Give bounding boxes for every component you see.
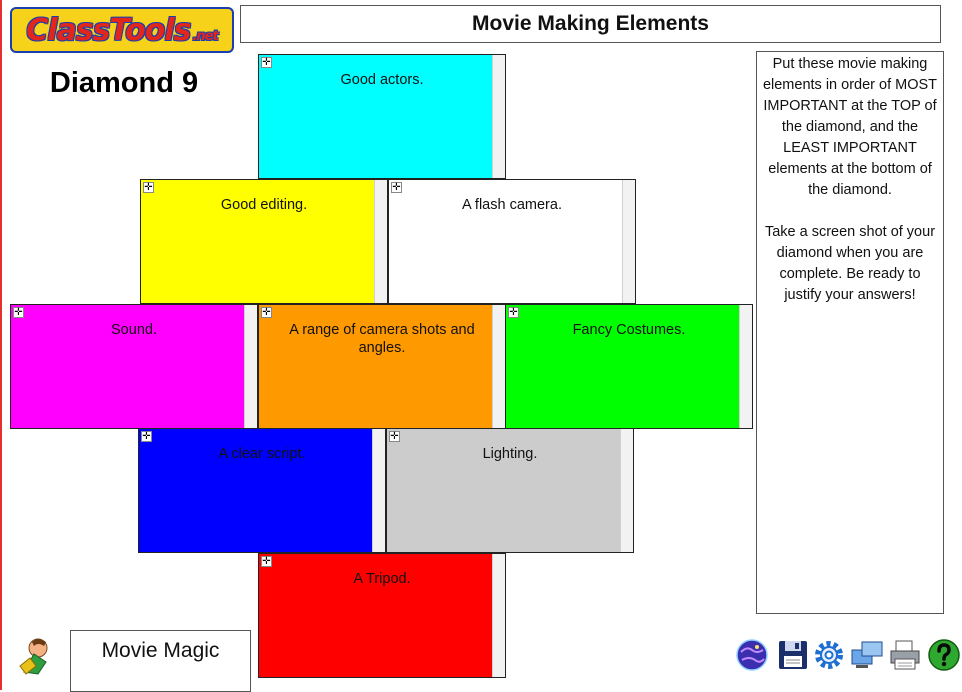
card-scrollbar[interactable] xyxy=(492,305,505,428)
card-scrollbar[interactable] xyxy=(492,554,505,677)
move-handle-icon[interactable]: ✛ xyxy=(143,182,154,193)
move-handle-icon[interactable]: ✛ xyxy=(261,307,272,318)
settings-icon[interactable] xyxy=(812,638,846,672)
card-scrollbar[interactable] xyxy=(372,429,385,552)
card-2[interactable]: ✛ ⤡ Good editing. xyxy=(140,179,388,304)
move-handle-icon[interactable]: ✛ xyxy=(261,57,272,68)
card-scrollbar[interactable] xyxy=(244,305,257,428)
instructions-panel[interactable]: Put these movie making elements in order… xyxy=(756,51,944,614)
card-8[interactable]: ✛ ⤡ Lighting. xyxy=(386,428,634,553)
move-handle-icon[interactable]: ✛ xyxy=(391,182,402,193)
diamond-title: Diamond 9 xyxy=(49,67,199,99)
screens-icon[interactable] xyxy=(850,638,884,672)
card-4[interactable]: ✛ ⤡ Sound. xyxy=(10,304,258,429)
card-text[interactable]: A Tripod. xyxy=(273,570,491,588)
card-scrollbar[interactable] xyxy=(739,305,752,428)
globe-icon[interactable] xyxy=(735,638,769,672)
logo-text: ClassTools xyxy=(26,12,191,48)
move-handle-icon[interactable]: ✛ xyxy=(141,431,152,442)
help-icon[interactable] xyxy=(927,638,961,672)
card-9[interactable]: ✛ ⤡ A Tripod. xyxy=(258,553,506,678)
card-text[interactable]: Lighting. xyxy=(401,445,619,463)
card-scrollbar[interactable] xyxy=(620,429,633,552)
card-scrollbar[interactable] xyxy=(622,180,635,303)
card-text[interactable]: Fancy Costumes. xyxy=(520,321,738,339)
card-5[interactable]: ✛ ⤡ A range of camera shots and angles. xyxy=(258,304,506,429)
card-text[interactable]: A flash camera. xyxy=(403,196,621,214)
avatar-icon[interactable] xyxy=(16,636,56,676)
save-icon[interactable] xyxy=(776,638,810,672)
card-3[interactable]: ✛ ⤡ A flash camera. xyxy=(388,179,636,304)
card-scrollbar[interactable] xyxy=(374,180,387,303)
board-name-field[interactable]: Movie Magic xyxy=(70,630,251,692)
move-handle-icon[interactable]: ✛ xyxy=(261,556,272,567)
card-text[interactable]: Sound. xyxy=(25,321,243,339)
logo-suffix: .net xyxy=(192,28,218,44)
card-text[interactable]: Good actors. xyxy=(273,71,491,89)
card-1[interactable]: ✛ ⤡ Good actors. xyxy=(258,54,506,179)
card-6[interactable]: ✛ ⤡ Fancy Costumes. xyxy=(505,304,753,429)
card-text[interactable]: Good editing. xyxy=(155,196,373,214)
card-text[interactable]: A clear script. xyxy=(153,445,371,463)
move-handle-icon[interactable]: ✛ xyxy=(508,307,519,318)
move-handle-icon[interactable]: ✛ xyxy=(13,307,24,318)
classtools-logo[interactable]: ClassTools .net xyxy=(10,7,234,53)
card-scrollbar[interactable] xyxy=(492,55,505,178)
page-title[interactable]: Movie Making Elements xyxy=(240,5,941,43)
card-text[interactable]: A range of camera shots and angles. xyxy=(273,321,491,357)
card-7[interactable]: ✛ ⤡ A clear script. xyxy=(138,428,386,553)
move-handle-icon[interactable]: ✛ xyxy=(389,431,400,442)
print-icon[interactable] xyxy=(888,638,922,672)
